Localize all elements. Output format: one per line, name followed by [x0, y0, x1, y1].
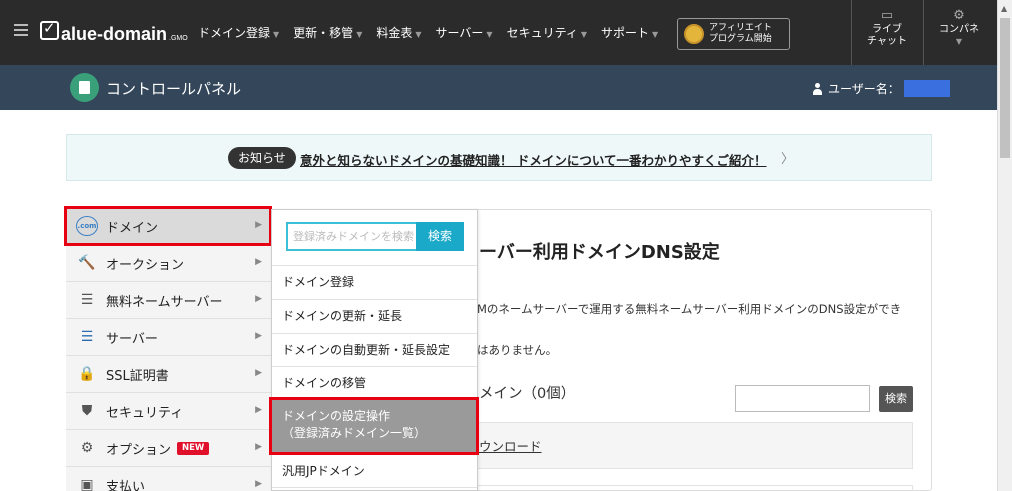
- divider: [272, 487, 477, 488]
- chevron-right-icon: ▶: [255, 257, 262, 267]
- table-row: [477, 485, 913, 491]
- new-badge: NEW: [177, 441, 210, 455]
- chevron-right-icon: ▶: [255, 368, 262, 378]
- sidebar-item-auction[interactable]: 🔨 オークション ▶: [66, 245, 271, 282]
- caret-down-icon: ▼: [486, 30, 493, 39]
- sidebar-item-label: 無料ネームサーバー: [106, 294, 223, 310]
- menu-server[interactable]: サーバー ▼: [436, 24, 493, 41]
- chevron-right-icon[interactable]: 〉: [781, 148, 794, 167]
- menu-pricing[interactable]: 料金表 ▼: [376, 24, 421, 41]
- logo-text: alue-domain: [61, 24, 168, 44]
- caret-down-icon: ▼: [356, 30, 363, 39]
- sidebar-item-label: セキュリティ: [106, 405, 184, 421]
- highlight-settings-box: [269, 397, 479, 455]
- sidebar-item-server[interactable]: ☰ サーバー ▶: [66, 319, 271, 356]
- submenu-item-domain-register[interactable]: ドメイン登録: [272, 266, 477, 299]
- page-title: コントロールパネル: [106, 80, 242, 98]
- sidebar-item-label: 支払い: [106, 479, 146, 491]
- logo-gmo: .GMO: [169, 35, 188, 42]
- affiliate-line2: プログラム開始: [709, 34, 772, 44]
- download-link[interactable]: ウンロード: [479, 436, 542, 455]
- sidebar-item-free-nameserver[interactable]: ☰ 無料ネームサーバー ▶: [66, 282, 271, 319]
- gear-icon: ⚙: [953, 8, 965, 23]
- chevron-right-icon: ▶: [255, 405, 262, 415]
- content-description: Mのネームサーバーで運用する無料ネームサーバー利用ドメインのDNS設定ができ: [477, 302, 902, 316]
- download-row: [477, 422, 913, 469]
- chat-bubble-icon: ▭: [880, 8, 894, 23]
- content-title: ーバー利用ドメインDNS設定: [479, 242, 720, 263]
- user-menu[interactable]: ユーザー名：: [812, 80, 950, 97]
- submenu-item-domain-renew[interactable]: ドメインの更新・延長: [272, 300, 477, 333]
- control-panel-bar: コントロールパネル ユーザー名：: [0, 65, 997, 110]
- sidebar-item-options[interactable]: ⚙ オプション NEW ▶: [66, 430, 271, 467]
- sidebar-item-ssl[interactable]: 🔒 SSL証明書 ▶: [66, 356, 271, 393]
- top-navigation: alue-domain .GMO ドメイン登録▼ 更新・移管▼ 料金表▼ サーバ…: [0, 0, 997, 65]
- hamburger-menu-icon[interactable]: [14, 24, 28, 36]
- server-stack-icon: ☰: [80, 329, 94, 345]
- content-note: はありません。: [477, 343, 558, 357]
- highlight-domain-box: [64, 206, 272, 246]
- user-label: ユーザー名：: [828, 82, 900, 96]
- coin-icon: [684, 24, 704, 44]
- logo-v-icon: [40, 19, 59, 40]
- notice-link[interactable]: 意外と知らないドメインの基礎知識！ ドメインについて一番わかりやすくご紹介！: [300, 150, 766, 169]
- shield-icon: ⛊: [81, 403, 93, 419]
- sidebar: .com ドメイン ▶ 🔨 オークション ▶ ☰ 無料ネームサーバー ▶ ☰ サ…: [66, 208, 271, 491]
- sidebar-item-label: SSL証明書: [106, 368, 169, 384]
- domain-count-heading: メイン（0個）: [479, 386, 576, 402]
- live-chat-line1: ライブ: [872, 24, 902, 35]
- page-scrollbar[interactable]: ▲: [997, 0, 1012, 491]
- caret-down-icon: ▼: [955, 37, 963, 46]
- domain-search-button[interactable]: 検索: [879, 386, 913, 412]
- submenu-item-jp-domain[interactable]: 汎用JPドメイン: [272, 455, 477, 488]
- menu-renew-transfer[interactable]: 更新・移管 ▼: [293, 24, 362, 41]
- gears-icon: ⚙: [80, 440, 94, 456]
- caret-down-icon: ▼: [415, 30, 422, 39]
- registered-domain-search-button[interactable]: 検索: [416, 222, 464, 251]
- user-icon: [812, 82, 823, 95]
- caret-down-icon: ▼: [652, 30, 659, 39]
- scroll-up-arrow-icon[interactable]: ▲: [1001, 4, 1007, 13]
- affiliate-program-button[interactable]: アフィリエイト プログラム開始: [677, 18, 790, 50]
- server-icon: ☰: [80, 292, 94, 308]
- live-chat-button[interactable]: ▭ ライブ チャット: [851, 8, 923, 48]
- sidebar-item-security[interactable]: ⛊ セキュリティ ▶: [66, 393, 271, 430]
- chevron-right-icon: ▶: [255, 331, 262, 341]
- wallet-icon: ▣: [80, 477, 94, 491]
- sidebar-item-payment[interactable]: ▣ 支払い ▶: [66, 467, 271, 491]
- scroll-thumb[interactable]: [1000, 18, 1010, 158]
- chevron-right-icon: ▶: [255, 294, 262, 304]
- menu-domain-register[interactable]: ドメイン登録 ▼: [198, 24, 279, 41]
- control-panel-label: コンパネ: [939, 24, 979, 35]
- sidebar-item-label: オークション: [106, 257, 185, 273]
- control-panel-icon: [70, 73, 99, 102]
- registered-domain-search-input[interactable]: 登録済みドメインを検索: [286, 222, 416, 251]
- sidebar-item-label: サーバー: [106, 331, 158, 347]
- value-domain-logo[interactable]: alue-domain .GMO: [40, 19, 188, 45]
- chevron-right-icon: ▶: [255, 442, 262, 452]
- caret-down-icon: ▼: [580, 30, 587, 39]
- affiliate-line1: アフィリエイト: [709, 23, 772, 33]
- ssl-lock-icon: 🔒: [78, 366, 96, 382]
- domain-search-input[interactable]: [735, 385, 870, 412]
- sidebar-item-label: オプション: [106, 442, 172, 458]
- control-panel-button[interactable]: ⚙ コンパネ ▼: [923, 8, 995, 48]
- notice-banner: お知らせ 意外と知らないドメインの基礎知識！ ドメインについて一番わかりやすくご…: [66, 134, 932, 181]
- submenu-item-auto-renew[interactable]: ドメインの自動更新・延長設定: [272, 334, 477, 367]
- menu-security[interactable]: セキュリティ ▼: [507, 24, 587, 41]
- menu-support[interactable]: サポート ▼: [601, 24, 658, 41]
- chevron-right-icon: ▶: [255, 479, 262, 489]
- username-redacted: [903, 80, 950, 97]
- main-menu: ドメイン登録 ▼ 更新・移管 ▼ 料金表 ▼ サーバー ▼ セキュリティ ▼ サポート ▼: [198, 24, 672, 41]
- gavel-icon: 🔨: [78, 255, 96, 271]
- live-chat-line2: チャット: [867, 36, 907, 47]
- caret-down-icon: ▼: [273, 30, 280, 39]
- submenu-item-domain-transfer[interactable]: ドメインの移管: [272, 367, 477, 400]
- affiliate-label: アフィリエイト プログラム開始: [709, 23, 772, 45]
- notice-badge: お知らせ: [228, 147, 296, 169]
